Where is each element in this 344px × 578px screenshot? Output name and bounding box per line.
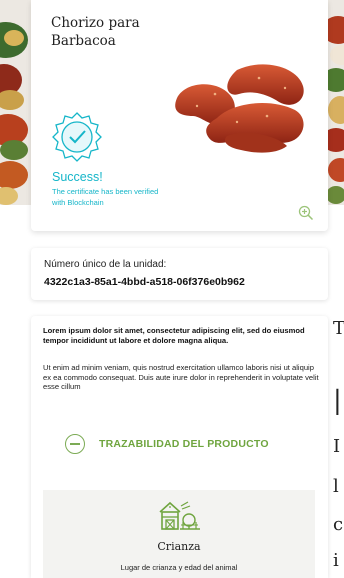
success-message: The certificate has been verified with B…	[52, 187, 159, 207]
peek-char: |	[333, 386, 342, 416]
traceability-toggle-button[interactable]: TRAZABILIDAD DEL PRODUCTO	[65, 432, 295, 456]
description-bold-text: Lorem ipsum dolor sit amet, consectetur …	[43, 326, 305, 345]
sausage-image	[167, 58, 309, 161]
stage-description: Lugar de crianza y edad del animal	[120, 563, 238, 572]
peek-char: c	[333, 514, 344, 535]
traceability-label: TRAZABILIDAD DEL PRODUCTO	[99, 438, 269, 450]
peek-char: I	[333, 436, 341, 457]
description-text: Ut enim ad minim veniam, quis nostrud ex…	[43, 363, 319, 391]
minus-circle-icon	[65, 434, 85, 454]
zoom-in-icon[interactable]	[298, 205, 314, 221]
stage-title: Crianza	[157, 540, 201, 553]
traceability-stage-crianza: Crianza Lugar de crianza y edad del anim…	[43, 490, 315, 578]
unit-id-value: 4322c1a3-85a1-4bbd-a518-06f376e0b962	[44, 276, 245, 288]
peek-char: i	[333, 550, 339, 571]
peek-char: l	[333, 476, 339, 497]
product-card: Chorizo para Barbacoa Success! The certi…	[31, 0, 328, 231]
unit-id-label: Número único de la unidad:	[44, 259, 167, 270]
check-badge-icon	[51, 110, 103, 167]
description-card: Lorem ipsum dolor sit amet, consectetur …	[31, 316, 328, 578]
farm-icon	[156, 498, 202, 539]
unit-id-card: Número único de la unidad: 4322c1a3-85a1…	[31, 248, 328, 300]
product-title: Chorizo para Barbacoa	[51, 15, 140, 49]
peek-char: T	[333, 318, 344, 339]
success-title: Success!	[52, 170, 103, 184]
